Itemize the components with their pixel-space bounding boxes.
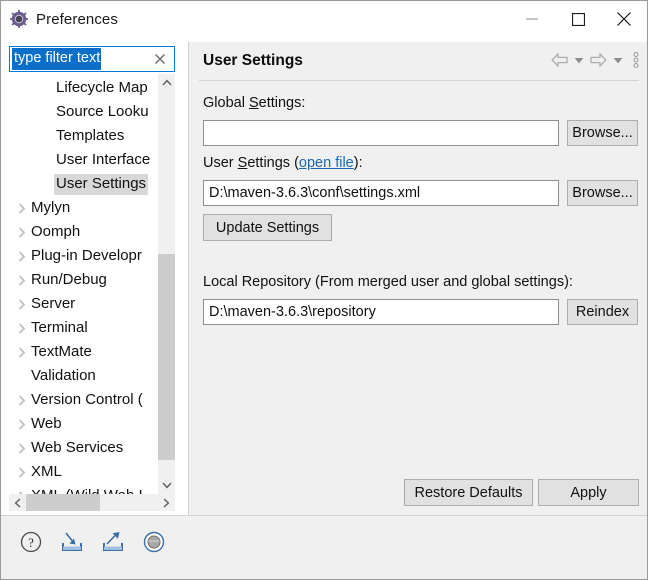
tree-item-label: Templates [56, 127, 125, 144]
global-settings-label: Global Settings: [203, 95, 306, 111]
title-bar: Preferences [1, 1, 647, 37]
tree-item-label: Server [31, 295, 76, 312]
global-settings-input[interactable] [203, 120, 559, 146]
tree-item-label: Version Control ( [31, 391, 143, 408]
vertical-dots-icon[interactable] [633, 52, 639, 68]
chevron-right-icon[interactable] [13, 274, 31, 286]
tree-item-server[interactable]: Server [9, 292, 175, 316]
tree-item-run-debug[interactable]: Run/Debug [9, 268, 175, 292]
tree-item-label: Mylyn [31, 199, 71, 216]
footer-icon-group: ? [17, 528, 168, 556]
scrollbar-thumb[interactable] [158, 254, 175, 460]
tree-item-label: Oomph [31, 223, 81, 240]
arrow-right-icon[interactable] [590, 53, 607, 67]
window-title: Preferences [36, 10, 118, 28]
restore-defaults-button[interactable]: Restore Defaults [404, 479, 533, 506]
user-settings-browse-button[interactable]: Browse... [567, 180, 638, 206]
user-settings-input[interactable]: D:\maven-3.6.3\conf\settings.xml [203, 180, 559, 206]
open-file-link[interactable]: open file [299, 155, 354, 171]
tree-item-label: User Settings [54, 174, 149, 195]
tree-item-textmate[interactable]: TextMate [9, 340, 175, 364]
help-icon[interactable]: ? [17, 528, 45, 556]
tree-item-validation[interactable]: Validation [9, 364, 175, 388]
maximize-icon[interactable] [555, 1, 601, 37]
triangle-down-icon[interactable] [613, 57, 623, 64]
reindex-button[interactable]: Reindex [567, 299, 638, 325]
user-settings-label: User Settings (open file): [203, 155, 363, 171]
chevron-right-icon[interactable] [158, 494, 175, 511]
tree-item-web-services[interactable]: Web Services [9, 436, 175, 460]
tree-item-label: Plug-in Developr [31, 247, 142, 264]
chevron-right-icon[interactable] [13, 346, 31, 358]
import-icon[interactable] [58, 528, 86, 556]
chevron-right-icon[interactable] [13, 202, 31, 214]
tree-item-label: TextMate [31, 343, 92, 360]
toggle-icon[interactable] [140, 528, 168, 556]
chevron-right-icon[interactable] [13, 226, 31, 238]
page-title: User Settings [203, 52, 303, 69]
panel-nav-tools [551, 52, 639, 68]
chevron-right-icon[interactable] [13, 466, 31, 478]
chevron-right-icon[interactable] [13, 418, 31, 430]
triangle-down-icon[interactable] [574, 57, 584, 64]
tree-item-lifecycle-map[interactable]: Lifecycle Map [9, 76, 175, 100]
window-controls [509, 1, 647, 37]
tree-item-label: Validation [31, 367, 96, 384]
minimize-icon[interactable] [509, 1, 555, 37]
local-repository-label: Local Repository (From merged user and g… [203, 274, 573, 290]
tree-item-user-interface[interactable]: User Interface [9, 148, 175, 172]
tree-item-source-looku[interactable]: Source Looku [9, 100, 175, 124]
local-repository-input[interactable]: D:\maven-3.6.3\repository [203, 299, 559, 325]
tree-item-templates[interactable]: Templates [9, 124, 175, 148]
tree-item-xml[interactable]: XML [9, 460, 175, 484]
tree-item-user-settings[interactable]: User Settings [9, 172, 175, 196]
tree-item-label: XML (Wild Web I [31, 487, 143, 494]
tree-item-label: XML [31, 463, 62, 480]
search-input[interactable]: type filter text [9, 46, 175, 72]
tree-item-plug-in-developr[interactable]: Plug-in Developr [9, 244, 175, 268]
dialog-footer: ? [1, 516, 647, 579]
tree-item-label: Run/Debug [31, 271, 107, 288]
header-divider [199, 80, 639, 81]
export-icon[interactable] [99, 528, 127, 556]
tree-vertical-scrollbar[interactable] [158, 74, 175, 494]
chevron-right-icon[interactable] [13, 322, 31, 334]
chevron-right-icon[interactable] [13, 250, 31, 262]
settings-panel: User Settings Global Settings: Browse...… [188, 42, 647, 515]
arrow-left-icon[interactable] [551, 53, 568, 67]
tree-item-oomph[interactable]: Oomph [9, 220, 175, 244]
gear-icon [10, 10, 28, 28]
chevron-right-icon[interactable] [13, 442, 31, 454]
filter-input-value: type filter text [12, 48, 102, 70]
chevron-right-icon[interactable] [13, 394, 31, 406]
svg-text:?: ? [28, 535, 34, 550]
close-icon[interactable] [152, 51, 168, 67]
chevron-left-icon[interactable] [9, 494, 26, 511]
tree-horizontal-scrollbar[interactable] [9, 494, 175, 511]
tree-item-mylyn[interactable]: Mylyn [9, 196, 175, 220]
close-icon[interactable] [601, 1, 647, 37]
global-settings-browse-button[interactable]: Browse... [567, 120, 638, 146]
tree-item-web[interactable]: Web [9, 412, 175, 436]
tree-item-label: Terminal [31, 319, 88, 336]
update-settings-button[interactable]: Update Settings [203, 214, 332, 241]
tree-item-label: Web [31, 415, 62, 432]
chevron-down-icon[interactable] [158, 477, 175, 494]
user-settings-value: D:\maven-3.6.3\conf\settings.xml [209, 185, 421, 201]
chevron-up-icon[interactable] [158, 74, 175, 91]
tree-item-label: User Interface [56, 151, 151, 168]
tree-item-label: Source Looku [56, 103, 149, 120]
scrollbar-thumb[interactable] [26, 494, 100, 511]
tree-item-label: Lifecycle Map [56, 79, 148, 96]
chevron-right-icon[interactable] [13, 298, 31, 310]
tree-item-xml-wild-web-i[interactable]: XML (Wild Web I [9, 484, 175, 494]
preferences-dialog: Preferences type filter text Lifecycle M… [0, 0, 648, 580]
local-repository-value: D:\maven-3.6.3\repository [209, 304, 376, 320]
apply-button[interactable]: Apply [538, 479, 639, 506]
tree-item-label: Web Services [31, 439, 124, 456]
tree-item-version-control[interactable]: Version Control ( [9, 388, 175, 412]
panel-header: User Settings [189, 42, 647, 81]
tree-item-terminal[interactable]: Terminal [9, 316, 175, 340]
preference-tree[interactable]: Lifecycle Map Source Looku Templates User I… [9, 76, 175, 494]
